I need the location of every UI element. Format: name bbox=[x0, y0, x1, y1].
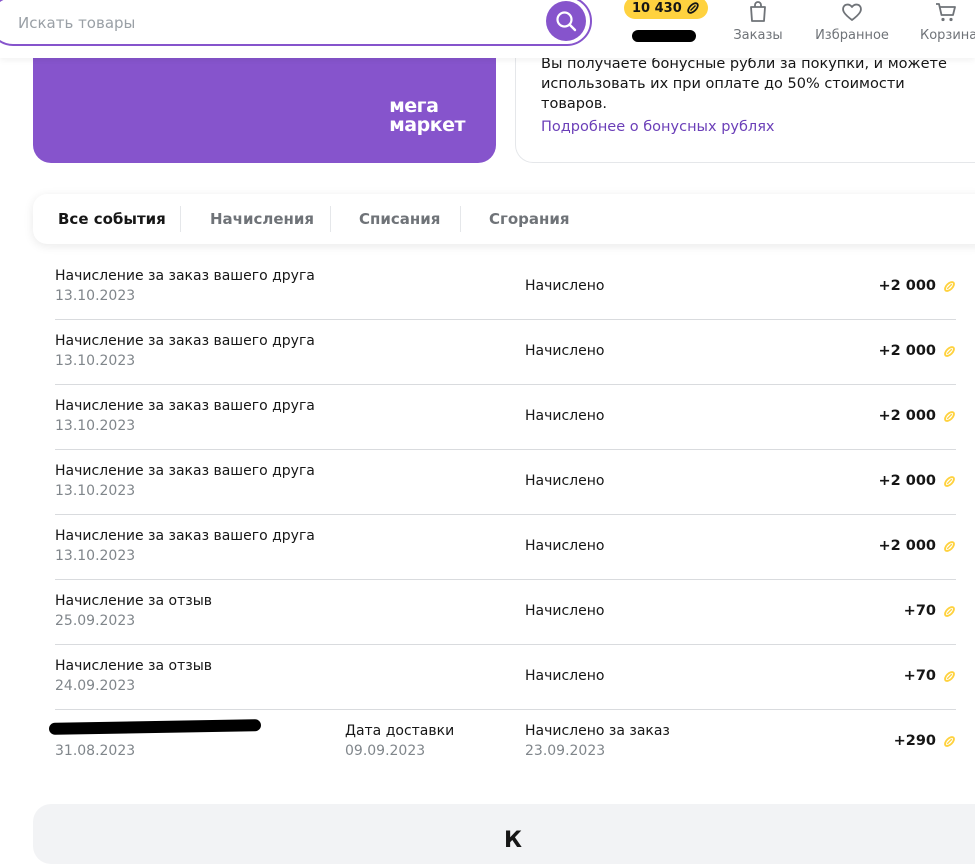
bonus-coin-icon bbox=[944, 671, 955, 682]
list-item[interactable]: Начисление за заказ вашего друга 13.10.2… bbox=[55, 385, 956, 450]
nav-cart-label: Корзина bbox=[920, 28, 975, 43]
redacted-profile-name[interactable] bbox=[632, 30, 696, 42]
tab-accruals[interactable]: Начисления bbox=[210, 194, 314, 244]
search-bar bbox=[0, 0, 592, 46]
bonus-balance-badge[interactable]: 10 430 bbox=[624, 0, 708, 19]
bag-icon bbox=[750, 1, 766, 22]
delivery-label: Дата доставки bbox=[345, 723, 455, 739]
nav-favorites-label: Избранное bbox=[815, 28, 889, 43]
event-status: Начислено bbox=[525, 668, 605, 684]
event-amount: +2 000 bbox=[878, 538, 936, 554]
header: 10 430 Заказы Избранное bbox=[0, 0, 975, 58]
event-status: Начислено bbox=[525, 278, 605, 294]
event-date: 13.10.2023 bbox=[55, 288, 136, 304]
tab-write-offs[interactable]: Списания bbox=[359, 194, 440, 244]
tab-divider bbox=[330, 206, 331, 232]
bonus-coin-icon bbox=[944, 541, 955, 552]
bottom-card-title: К bbox=[504, 828, 522, 853]
cart-icon bbox=[936, 3, 956, 22]
search-input[interactable] bbox=[16, 10, 520, 36]
list-item[interactable]: Начисление за отзыв 25.09.2023 Начислено… bbox=[55, 580, 956, 645]
nav-orders[interactable]: Заказы bbox=[732, 0, 784, 43]
order-date: 31.08.2023 bbox=[55, 743, 136, 759]
event-status: Начислено bbox=[525, 408, 605, 424]
tab-all-events[interactable]: Все события bbox=[58, 194, 166, 244]
event-amount: +290 bbox=[893, 733, 936, 749]
event-amount: +2 000 bbox=[878, 278, 936, 294]
event-status: Начислено за заказ bbox=[525, 723, 670, 739]
tab-divider bbox=[460, 206, 461, 232]
event-amount: +70 bbox=[903, 668, 936, 684]
bonus-coin-icon bbox=[944, 346, 955, 357]
event-date: 13.10.2023 bbox=[55, 418, 136, 434]
event-title: Начисление за заказ вашего друга bbox=[55, 463, 315, 479]
event-date: 13.10.2023 bbox=[55, 483, 136, 499]
event-status: Начислено bbox=[525, 473, 605, 489]
event-status: Начислено bbox=[525, 603, 605, 619]
nav-orders-label: Заказы bbox=[733, 28, 783, 43]
event-date: 24.09.2023 bbox=[55, 678, 136, 694]
event-date: 25.09.2023 bbox=[55, 613, 136, 629]
bonus-info-text: Вы получаете бонусные рубли за покупки, … bbox=[541, 56, 947, 112]
event-tabs: Все события Начисления Списания Сгорания bbox=[33, 194, 975, 244]
event-status: Начислено bbox=[525, 538, 605, 554]
event-status-date: 23.09.2023 bbox=[525, 743, 606, 759]
delivery-date: 09.09.2023 bbox=[345, 743, 426, 759]
event-amount: +70 bbox=[903, 603, 936, 619]
bonus-coin-icon bbox=[944, 281, 955, 292]
tab-expirations[interactable]: Сгорания bbox=[489, 194, 570, 244]
list-item[interactable]: Начисление за заказ вашего друга 13.10.2… bbox=[55, 320, 956, 385]
list-item[interactable]: Начисление за заказ вашего друга 13.10.2… bbox=[55, 255, 956, 320]
list-item-order[interactable]: 31.08.2023 Дата доставки 09.09.2023 Начи… bbox=[48, 710, 956, 774]
event-status: Начислено bbox=[525, 343, 605, 359]
nav-favorites[interactable]: Избранное bbox=[812, 0, 892, 43]
list-item[interactable]: Начисление за заказ вашего друга 13.10.2… bbox=[55, 515, 956, 580]
search-button[interactable] bbox=[546, 1, 586, 41]
megamarket-logo: мега маркет bbox=[389, 95, 465, 136]
bonus-coin-icon bbox=[944, 411, 955, 422]
event-amount: +2 000 bbox=[878, 343, 936, 359]
event-amount: +2 000 bbox=[878, 473, 936, 489]
heart-icon bbox=[842, 3, 862, 21]
tab-divider bbox=[180, 206, 181, 232]
megamarket-banner: мега маркет bbox=[33, 40, 496, 163]
bonus-coin-icon bbox=[944, 606, 955, 617]
bonus-info-link[interactable]: Подробнее о бонусных рублях bbox=[541, 119, 775, 135]
event-date: 13.10.2023 bbox=[55, 353, 136, 369]
events-list: Начисление за заказ вашего друга 13.10.2… bbox=[48, 255, 956, 774]
event-title: Начисление за отзыв bbox=[55, 593, 212, 609]
event-date: 13.10.2023 bbox=[55, 548, 136, 564]
list-item[interactable]: Начисление за заказ вашего друга 13.10.2… bbox=[55, 450, 956, 515]
bonus-coin-icon bbox=[687, 2, 699, 14]
event-amount: +2 000 bbox=[878, 408, 936, 424]
bottom-info-card: К bbox=[33, 804, 975, 864]
list-item[interactable]: Начисление за отзыв 24.09.2023 Начислено… bbox=[55, 645, 956, 710]
nav-cart[interactable]: Корзина bbox=[920, 0, 975, 43]
event-title: Начисление за заказ вашего друга bbox=[55, 268, 315, 284]
event-title: Начисление за заказ вашего друга bbox=[55, 333, 315, 349]
bonus-coin-icon bbox=[944, 736, 955, 747]
bonus-balance-value: 10 430 bbox=[632, 0, 682, 16]
bonus-coin-icon bbox=[944, 476, 955, 487]
search-icon bbox=[556, 11, 577, 32]
event-title: Начисление за заказ вашего друга bbox=[55, 398, 315, 414]
redacted-order-number bbox=[48, 719, 262, 735]
event-title: Начисление за заказ вашего друга bbox=[55, 528, 315, 544]
bonus-info-card: Вы получаете бонусные рубли за покупки, … bbox=[515, 40, 975, 163]
event-title: Начисление за отзыв bbox=[55, 658, 212, 674]
